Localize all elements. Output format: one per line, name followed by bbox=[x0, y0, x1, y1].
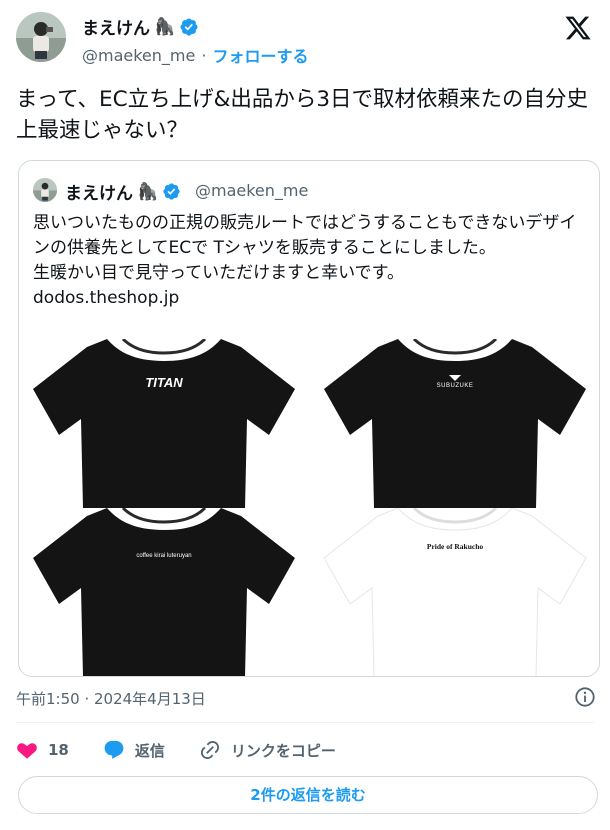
media-image-coffee-shirt[interactable]: coffee kirai luteruyan bbox=[19, 508, 310, 676]
author-display-name[interactable]: まえけん bbox=[82, 14, 150, 39]
copy-link-label: リンクをコピー bbox=[230, 741, 336, 760]
coffee-print: coffee kirai luteruyan bbox=[136, 553, 192, 559]
author-handle-row: @maeken_me · フォローする bbox=[82, 43, 308, 67]
subuzuke-print: SUBUZUKE bbox=[436, 383, 474, 389]
tweet-card: まえけん 🦍 @maeken_me · フォローする まって、EC立ち上げ&出品… bbox=[0, 0, 610, 830]
info-icon[interactable] bbox=[574, 686, 596, 708]
quoted-tweet-text: 思いついたものの正規の販売ルートではどうすることもできないデザインの供養先として… bbox=[33, 213, 577, 308]
quoted-author-name: まえけん 🦍 bbox=[65, 179, 181, 204]
like-button[interactable]: 18 bbox=[16, 739, 69, 761]
reply-bubble-icon bbox=[104, 740, 124, 759]
follow-button[interactable]: フォローする bbox=[212, 43, 308, 67]
media-image-subuzuke-shirt[interactable]: SUBUZUKE bbox=[310, 339, 599, 508]
like-count: 18 bbox=[48, 741, 69, 759]
media-image-rakucho-shirt[interactable]: Pride of Rakucho bbox=[310, 508, 599, 676]
footer-divider bbox=[16, 722, 594, 723]
author-avatar[interactable] bbox=[16, 12, 66, 62]
verified-badge-icon bbox=[163, 183, 180, 200]
titan-print: TITAN bbox=[145, 375, 183, 390]
verified-badge-icon bbox=[180, 17, 198, 36]
link-icon bbox=[200, 740, 219, 760]
media-image-titan-shirt[interactable]: TITAN bbox=[19, 339, 310, 508]
tweet-text: まって、EC立ち上げ&出品から3日で取材依頼来たの自分史上最速じゃない？ bbox=[16, 87, 589, 143]
quoted-author-handle: @maeken_me bbox=[195, 181, 309, 200]
quoted-author-avatar bbox=[33, 178, 57, 202]
tweet-timestamp[interactable]: 午前1:50 · 2024年4月13日 bbox=[16, 688, 206, 709]
heart-icon bbox=[17, 743, 37, 759]
handle-separator: · bbox=[201, 45, 207, 65]
quoted-display-name: まえけん bbox=[65, 184, 133, 204]
x-logo-icon[interactable] bbox=[564, 14, 592, 42]
quoted-gorilla-emoji: 🦍 bbox=[137, 181, 159, 202]
reply-button[interactable]: 返信 bbox=[103, 739, 165, 761]
quoted-tweet[interactable]: まえけん 🦍 @maeken_me 思いついたものの正規の販売ルートではどうする… bbox=[18, 160, 600, 677]
gorilla-emoji: 🦍 bbox=[154, 16, 176, 37]
rakucho-print: Pride of Rakucho bbox=[426, 542, 484, 551]
author-handle[interactable]: @maeken_me bbox=[82, 46, 195, 65]
media-grid: TITAN SUBUZUKE coffee kirai luteruyan Pr… bbox=[19, 339, 599, 676]
reply-label: 返信 bbox=[134, 741, 165, 760]
action-bar: 18 返信 リンクをコピー bbox=[16, 736, 370, 764]
read-replies-button[interactable]: 2件の返信を読む bbox=[18, 776, 598, 814]
copy-link-button[interactable]: リンクをコピー bbox=[199, 739, 336, 761]
author-name[interactable]: まえけん 🦍 bbox=[82, 14, 199, 39]
